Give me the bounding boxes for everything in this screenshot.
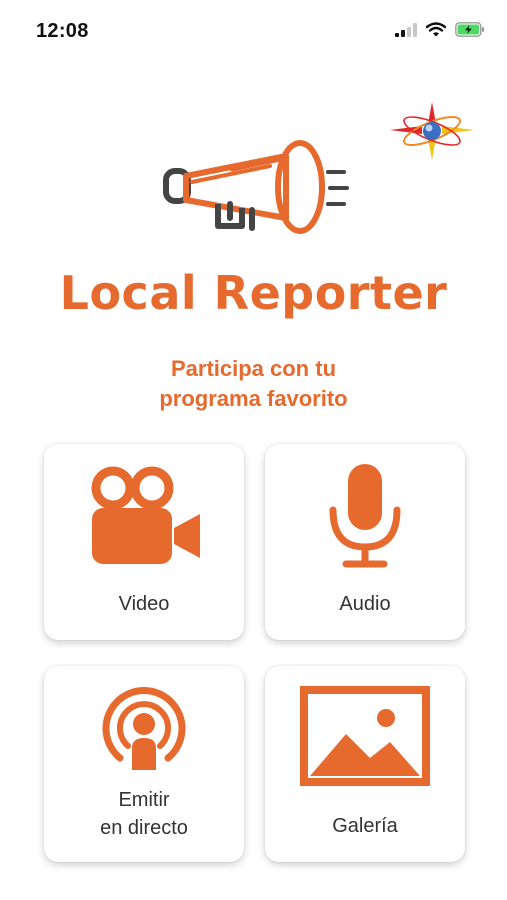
audio-button[interactable]: Audio <box>265 444 465 640</box>
live-broadcast-label-line-2: en directo <box>100 817 188 839</box>
cellular-signal-icon <box>395 22 417 37</box>
gallery-label: Galería <box>332 815 398 837</box>
tagline-line-2: programa favorito <box>159 386 348 411</box>
brand-title: Local Reporter <box>59 266 448 320</box>
megaphone-icon <box>163 140 349 234</box>
live-broadcast-icon <box>102 687 186 770</box>
gallery-button[interactable]: Galería <box>265 666 465 862</box>
tagline: Participa con tu programa favorito <box>0 354 507 414</box>
video-label: Video <box>118 593 170 615</box>
status-bar: 12:08 <box>0 0 507 62</box>
wifi-icon <box>426 22 446 37</box>
live-broadcast-label: Emitir en directo <box>44 786 244 842</box>
live-broadcast-label-line-1: Emitir <box>118 789 170 811</box>
station-logo-icon <box>390 102 474 160</box>
microphone-icon <box>329 464 401 568</box>
gallery-image-icon <box>300 686 430 786</box>
live-broadcast-button[interactable]: Emitir en directo <box>44 666 244 862</box>
status-icons <box>395 22 485 37</box>
audio-label: Audio <box>339 593 391 615</box>
video-button[interactable]: Video <box>44 444 244 640</box>
tagline-line-1: Participa con tu <box>170 356 337 381</box>
video-camera-icon <box>91 466 200 564</box>
battery-charging-icon <box>455 22 484 37</box>
status-time: 12:08 <box>36 20 89 42</box>
